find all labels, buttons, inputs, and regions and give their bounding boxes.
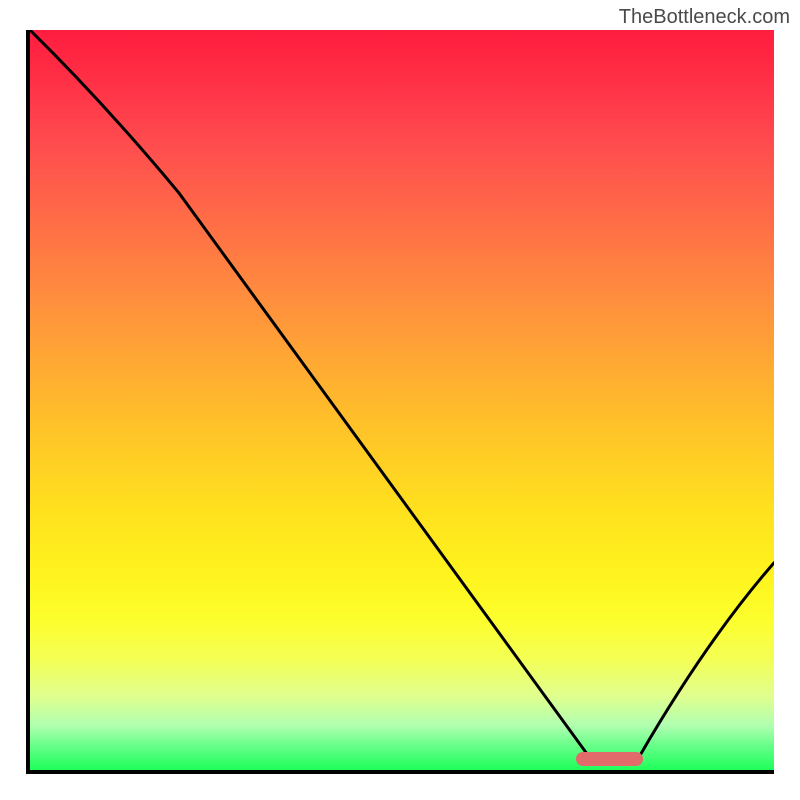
plot-area — [26, 30, 774, 774]
curve-line — [30, 30, 774, 755]
chart-container: TheBottleneck.com — [0, 0, 800, 800]
watermark-text: TheBottleneck.com — [619, 6, 790, 29]
optimal-marker — [576, 752, 643, 766]
chart-svg — [30, 30, 774, 770]
